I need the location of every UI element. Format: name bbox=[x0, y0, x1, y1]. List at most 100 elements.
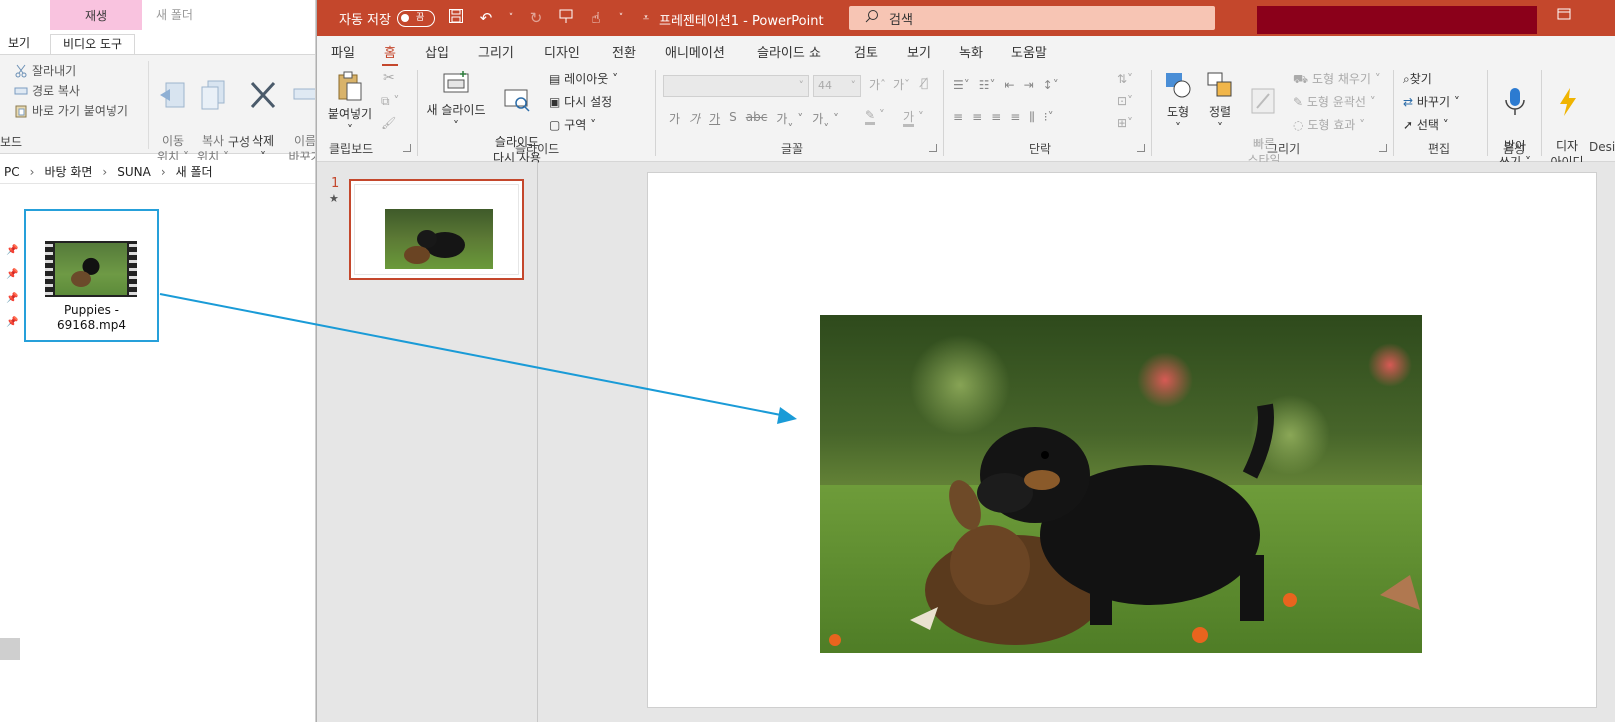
shapes-button[interactable]: 도형 ˅ bbox=[1157, 70, 1199, 136]
increase-indent-icon[interactable]: ⇥ bbox=[1024, 78, 1034, 92]
highlight-color-icon[interactable]: ✎ ˅ bbox=[865, 108, 885, 125]
copy-path-button[interactable]: 경로 복사 bbox=[14, 81, 80, 101]
dialog-launcher-icon[interactable] bbox=[1379, 144, 1387, 152]
dialog-launcher-icon[interactable] bbox=[929, 144, 937, 152]
font-name-combobox[interactable]: ˅ bbox=[663, 75, 809, 97]
pin-icon[interactable]: 📌 bbox=[6, 293, 18, 304]
bullet-columns-icon[interactable]: ⁝˅ bbox=[1044, 110, 1054, 125]
clear-formatting-icon[interactable]: 가̸ bbox=[921, 76, 928, 90]
redo-icon[interactable]: ↻ bbox=[527, 9, 545, 27]
chevron-down-icon[interactable]: ˅ bbox=[617, 13, 625, 23]
breadcrumb-desktop[interactable]: 바탕 화면 bbox=[40, 163, 96, 180]
cut-button[interactable]: 잘라내기 bbox=[14, 61, 76, 81]
chevron-down-icon[interactable]: ˅ bbox=[1175, 121, 1181, 135]
tab-record[interactable]: 녹화 bbox=[959, 42, 983, 61]
video-file-item[interactable]: Puppies - 69168.mp4 bbox=[24, 209, 159, 342]
puppies-video-image[interactable] bbox=[820, 315, 1422, 653]
paste-button[interactable]: 붙여넣기 ˅ bbox=[323, 70, 377, 138]
shape-outline-button[interactable]: ✎ 도형 윤곽선 ˅ bbox=[1293, 93, 1376, 110]
shape-fill-button[interactable]: ⛟ 도형 채우기 ˅ bbox=[1293, 70, 1381, 88]
save-icon[interactable] bbox=[447, 8, 465, 28]
font-size-combobox[interactable]: 44 ˅ bbox=[813, 75, 861, 97]
tab-review[interactable]: 검토 bbox=[854, 42, 878, 61]
italic-icon[interactable]: 가 bbox=[689, 110, 700, 127]
breadcrumb-new-folder[interactable]: 새 폴더 bbox=[172, 163, 217, 180]
chevron-down-icon[interactable]: ˅ bbox=[347, 123, 353, 137]
align-right-icon[interactable]: ≡ bbox=[991, 110, 1001, 125]
tab-video-tools[interactable]: 비디오 도구 bbox=[50, 34, 136, 54]
tab-view[interactable]: 보기 bbox=[907, 42, 931, 61]
decrease-font-icon[interactable]: 가ˇ bbox=[893, 76, 910, 93]
justify-icon[interactable]: ≡ bbox=[1010, 110, 1020, 125]
pin-icon[interactable]: 📌 bbox=[6, 317, 18, 328]
change-case-icon[interactable]: 가ˬ ˅ bbox=[812, 110, 839, 127]
increase-font-icon[interactable]: 가ˆ bbox=[869, 76, 886, 93]
dialog-launcher-icon[interactable] bbox=[1137, 144, 1145, 152]
find-button[interactable]: ⌕찾기 bbox=[1403, 70, 1432, 87]
tab-view[interactable]: 보기 bbox=[8, 34, 30, 51]
underline-icon[interactable]: 가 bbox=[709, 110, 720, 127]
tab-home[interactable]: 홈 bbox=[382, 42, 398, 67]
tab-animations[interactable]: 애니메이션 bbox=[665, 42, 725, 61]
decrease-indent-icon[interactable]: ⇤ bbox=[1005, 78, 1015, 92]
tab-design[interactable]: 디자인 bbox=[544, 42, 580, 61]
slide-canvas[interactable] bbox=[647, 172, 1597, 708]
tab-file[interactable]: 파일 bbox=[331, 42, 355, 61]
chevron-down-icon[interactable]: ˅ bbox=[453, 119, 459, 133]
section-button[interactable]: ▢ 구역 ˅ bbox=[549, 116, 596, 133]
bullets-icon[interactable]: ☰˅ bbox=[953, 78, 970, 92]
ribbon-display-options-icon[interactable] bbox=[1557, 8, 1577, 26]
address-bar[interactable]: PC › 바탕 화면 › SUNA › 새 폴더 bbox=[0, 160, 315, 184]
font-color-icon[interactable]: 가 ˅ bbox=[903, 108, 924, 127]
search-box[interactable]: 검색 bbox=[849, 6, 1215, 30]
arrange-button[interactable]: 정렬 ˅ bbox=[1199, 70, 1241, 136]
undo-icon[interactable]: ↶ bbox=[477, 9, 495, 27]
contextual-tab-play[interactable]: 재생 bbox=[50, 0, 142, 30]
select-button[interactable]: ➚ 선택 ˅ bbox=[1403, 116, 1449, 133]
present-icon[interactable] bbox=[557, 8, 575, 28]
layout-button[interactable]: ▤ 레이아웃 ˅ bbox=[549, 70, 618, 87]
strikethrough-icon[interactable]: abc bbox=[746, 110, 768, 127]
customize-qat-icon[interactable]: ⩡ bbox=[637, 11, 655, 25]
copy-icon[interactable]: ⧉ ˅ bbox=[381, 94, 399, 109]
paste-shortcut-button[interactable]: 바로 가기 붙여넣기 bbox=[14, 101, 128, 121]
new-slide-button[interactable]: 새 슬라이드 ˅ bbox=[423, 70, 489, 134]
pin-icon[interactable]: 📌 bbox=[6, 269, 18, 280]
slide-thumbnail-1[interactable] bbox=[349, 179, 524, 280]
replace-button[interactable]: ⇄ 바꾸기 ˅ bbox=[1403, 93, 1460, 110]
columns-icon[interactable]: ⫼ bbox=[1029, 110, 1035, 125]
designer-button[interactable]: 디자 아이디 bbox=[1545, 70, 1589, 170]
smartart-icon[interactable]: ⊞˅ bbox=[1117, 116, 1133, 130]
account-area[interactable] bbox=[1257, 6, 1537, 34]
format-painter-icon[interactable]: 🖌 bbox=[381, 116, 396, 130]
text-shadow-icon[interactable]: S bbox=[729, 110, 737, 127]
character-spacing-icon[interactable]: 가ˬ ˅ bbox=[776, 110, 803, 127]
tab-help[interactable]: 도움말 bbox=[1011, 42, 1047, 61]
group-divider bbox=[417, 70, 418, 156]
tab-slideshow[interactable]: 슬라이드 쇼 bbox=[757, 42, 821, 61]
chevron-down-icon[interactable]: ˅ bbox=[507, 13, 515, 23]
bold-icon[interactable]: 가 bbox=[669, 110, 680, 127]
numbering-icon[interactable]: ☷˅ bbox=[979, 78, 996, 92]
align-center-icon[interactable]: ≡ bbox=[972, 110, 982, 125]
breadcrumb-suna[interactable]: SUNA bbox=[113, 165, 155, 179]
reset-button[interactable]: ▣ 다시 설정 bbox=[549, 93, 612, 110]
rename-button[interactable]: 이름 바꾸기 bbox=[280, 63, 315, 165]
shape-effects-button[interactable]: ◌ 도형 효과 ˅ bbox=[1293, 116, 1365, 133]
text-direction-icon[interactable]: ⇅˅ bbox=[1117, 72, 1133, 86]
dialog-launcher-icon[interactable] bbox=[403, 144, 411, 152]
tab-insert[interactable]: 삽입 bbox=[425, 42, 449, 61]
tab-draw[interactable]: 그리기 bbox=[478, 42, 514, 61]
line-spacing-icon[interactable]: ↕˅ bbox=[1043, 78, 1059, 92]
touch-mode-icon[interactable]: ☝ bbox=[587, 9, 605, 27]
autosave-control[interactable]: 자동 저장 끔 bbox=[339, 9, 435, 28]
tab-transitions[interactable]: 전환 bbox=[612, 42, 636, 61]
chevron-right-icon: › bbox=[160, 164, 166, 179]
breadcrumb-this-pc[interactable]: PC bbox=[0, 165, 24, 179]
autosave-toggle[interactable]: 끔 bbox=[396, 10, 435, 27]
cut-icon[interactable]: ✂ bbox=[383, 70, 395, 86]
pin-icon[interactable]: 📌 bbox=[6, 245, 18, 256]
align-left-icon[interactable]: ≡ bbox=[953, 110, 963, 125]
chevron-down-icon[interactable]: ˅ bbox=[1217, 121, 1223, 135]
align-text-icon[interactable]: ⊡˅ bbox=[1117, 94, 1133, 108]
